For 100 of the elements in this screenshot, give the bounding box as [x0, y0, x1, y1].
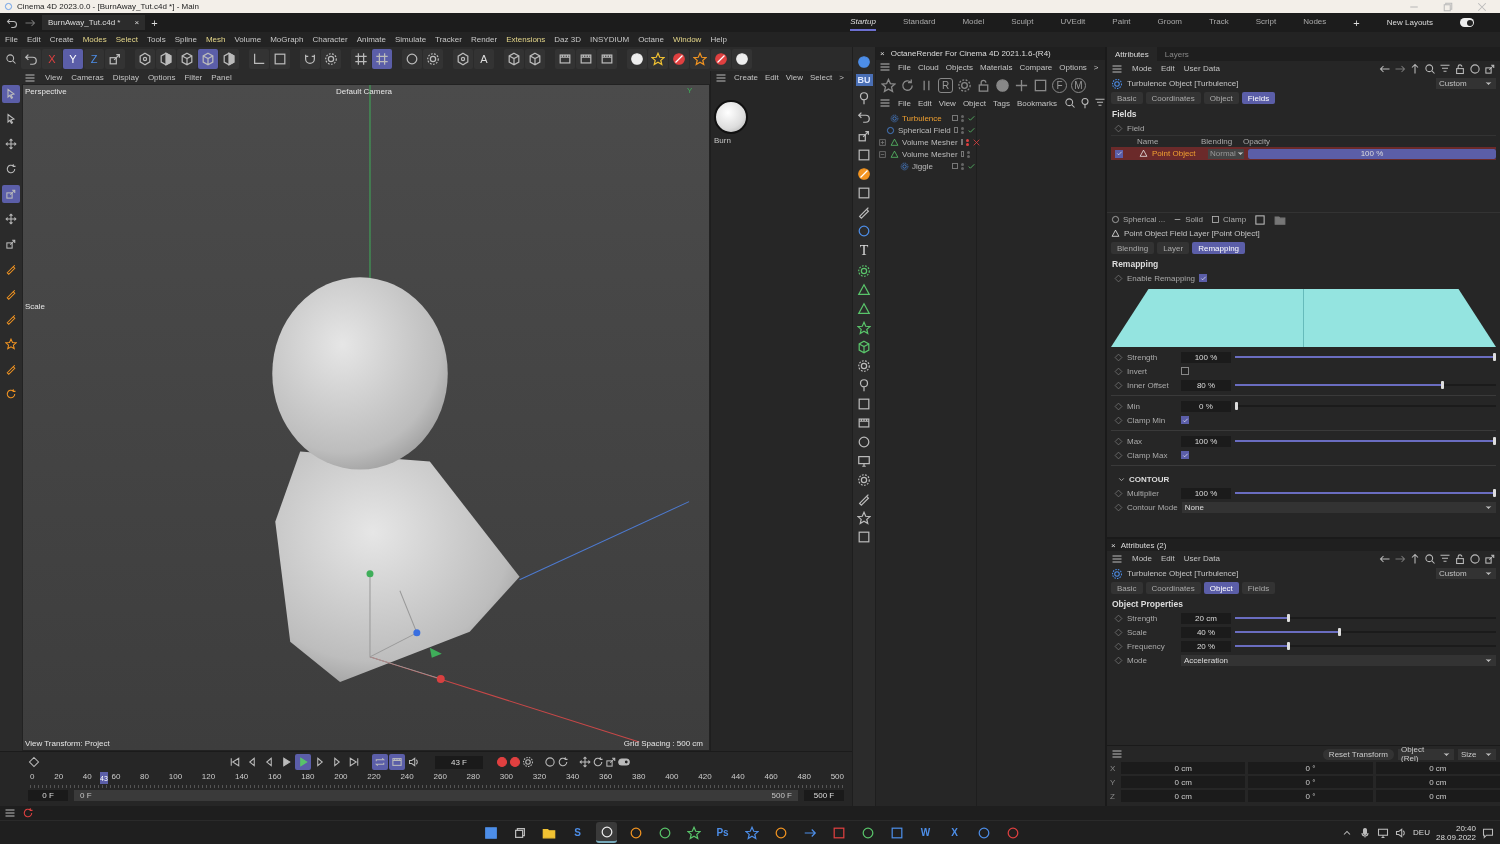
object-name[interactable]: Turbulence	[902, 113, 949, 123]
axis-toggle-button[interactable]: Y	[63, 49, 83, 69]
menu-item[interactable]: File	[898, 98, 911, 108]
menu-item[interactable]: Mesh	[205, 35, 226, 44]
menu-item[interactable]: Create	[734, 73, 758, 82]
tab[interactable]: Layer	[1157, 242, 1190, 254]
menu-item[interactable]: Panel	[211, 73, 232, 82]
value-field[interactable]: 100 %	[1181, 351, 1231, 363]
menu-item[interactable]: View	[45, 73, 63, 82]
menu-item[interactable]: Modes	[82, 35, 107, 44]
layout-tab[interactable]: Standard	[902, 14, 936, 31]
menu-item[interactable]: Mode	[1132, 64, 1152, 73]
menu-item[interactable]: Extensions	[506, 35, 546, 44]
coordinate-field[interactable]: 0 cm	[1375, 776, 1500, 788]
tab[interactable]: Coordinates	[1145, 92, 1201, 104]
add-layout-button[interactable]: +	[1353, 16, 1360, 29]
value-field[interactable]: 100 %	[1181, 487, 1231, 499]
menu-item[interactable]: Cameras	[71, 73, 104, 82]
size-mode-dropdown[interactable]: Size	[1458, 748, 1496, 760]
camera-label[interactable]: Default Camera	[336, 87, 393, 96]
layer-button[interactable]: Clamp	[1211, 215, 1247, 224]
close-tab-button[interactable]: ×	[134, 18, 140, 27]
frame-field[interactable]: 43 F	[435, 755, 483, 769]
menu-item[interactable]: View	[785, 73, 803, 82]
new-tab-button[interactable]: +	[151, 16, 158, 29]
layout-tab[interactable]: Track	[1209, 14, 1229, 31]
coordinate-field[interactable]: 0 cm	[1375, 790, 1500, 802]
menu-item[interactable]: Options	[147, 73, 176, 82]
coordinate-field[interactable]: 0 cm	[1121, 762, 1246, 774]
object-name[interactable]: Spherical Field	[897, 125, 951, 135]
value-field[interactable]: 40 %	[1181, 626, 1231, 638]
start-frame-field[interactable]: 0 F	[28, 790, 68, 801]
coordinate-field[interactable]: 0 °	[1248, 776, 1373, 788]
menu-item[interactable]: Options	[1059, 62, 1087, 72]
menu-item[interactable]: Animate	[356, 35, 386, 44]
menu-item[interactable]: Filter	[184, 73, 203, 82]
menu-item[interactable]: View	[938, 98, 956, 108]
menu-item[interactable]: Create	[49, 35, 74, 44]
tab[interactable]: Coordinates	[1145, 582, 1201, 594]
document-tab[interactable]: BurnAway_Tut.c4d * ×	[42, 15, 146, 30]
tab[interactable]: Remapping	[1192, 242, 1246, 254]
menu-item[interactable]: Select	[115, 35, 138, 44]
menu-item[interactable]: Objects	[945, 62, 973, 72]
language-indicator[interactable]: DEU	[1413, 828, 1430, 837]
viewport[interactable]: Perspective Default Camera Y Scale View Transform: Project Grid Spacing : 500 cm	[22, 84, 710, 751]
menu-item[interactable]: Volume	[234, 35, 262, 44]
opacity-slider[interactable]: 100 %	[1248, 148, 1496, 159]
menu-item[interactable]: MoGraph	[270, 35, 304, 44]
clock-time[interactable]: 20:40	[1455, 823, 1476, 833]
value-field[interactable]: 100 %	[1181, 435, 1231, 447]
value-field[interactable]: 80 %	[1181, 379, 1231, 391]
dropdown[interactable]: Acceleration	[1181, 654, 1496, 666]
layout-tab[interactable]: Sculpt	[1011, 14, 1034, 31]
value-field[interactable]: 20 cm	[1181, 612, 1231, 624]
menu-item[interactable]: User Data	[1183, 554, 1220, 563]
tab[interactable]: Fields	[1241, 582, 1276, 594]
axis-toggle-button[interactable]: Z	[84, 49, 104, 69]
plugin-badge[interactable]: BU	[855, 74, 873, 86]
taskbar-app-button[interactable]: S	[567, 822, 588, 843]
layout-tab[interactable]: Paint	[1112, 14, 1131, 31]
menu-item[interactable]: File	[5, 35, 18, 44]
coordinate-field[interactable]: 0 cm	[1121, 776, 1246, 788]
reset-transform-button[interactable]: Reset Transform	[1322, 748, 1394, 760]
menu-item[interactable]: Bookmarks	[1016, 98, 1057, 108]
dropdown[interactable]: None	[1181, 501, 1496, 513]
panel-tab[interactable]: Attributes	[1107, 47, 1157, 61]
taskbar-app-button[interactable]: Ps	[712, 822, 733, 843]
blending-dropdown[interactable]: Normal	[1208, 148, 1244, 159]
menu-item[interactable]: User Data	[1183, 64, 1220, 73]
menu-item[interactable]: Octane	[638, 35, 664, 44]
panel-tab[interactable]: Layers	[1156, 47, 1197, 61]
menu-item[interactable]: Mode	[1132, 554, 1152, 563]
object-name[interactable]: Jiggle	[912, 161, 949, 171]
tab[interactable]: Object	[1203, 92, 1239, 104]
taskbar-app-button[interactable]: X	[944, 822, 965, 843]
tab[interactable]: Basic	[1111, 582, 1143, 594]
coordinate-field[interactable]: 0 °	[1248, 762, 1373, 774]
object-name[interactable]: Volume Mesher	[902, 149, 958, 159]
field-list-row[interactable]: Point Object Normal 100 %	[1111, 147, 1496, 160]
menu-item[interactable]: Materials	[979, 62, 1013, 72]
menu-item[interactable]: Edit	[765, 73, 779, 82]
material-name[interactable]: Burn	[714, 136, 731, 145]
section-heading[interactable]: CONTOUR	[1129, 475, 1170, 484]
taskbar-app-button[interactable]: W	[915, 822, 936, 843]
coordinate-field[interactable]: 0 cm	[1375, 762, 1500, 774]
object-name[interactable]: Volume Mesher	[902, 137, 958, 147]
menu-item[interactable]: INSYDIUM	[590, 35, 630, 44]
text-tool-button[interactable]: T	[859, 243, 869, 259]
menu-item[interactable]: Render	[470, 35, 498, 44]
coordinate-field[interactable]: 0 cm	[1121, 790, 1246, 802]
layout-tab[interactable]: UVEdit	[1060, 14, 1086, 31]
clock-date[interactable]: 28.09.2022	[1435, 832, 1476, 842]
menu-item[interactable]: Tags	[993, 98, 1010, 108]
range-bar[interactable]: 0 F 500 F	[74, 790, 798, 801]
menu-item[interactable]: Display	[112, 73, 139, 82]
value-field[interactable]: 20 %	[1181, 640, 1231, 652]
tab[interactable]: Object	[1203, 582, 1239, 594]
layout-tab[interactable]: Script	[1255, 14, 1277, 31]
menu-item[interactable]: Cloud	[917, 62, 939, 72]
menu-item[interactable]: Object	[962, 98, 986, 108]
